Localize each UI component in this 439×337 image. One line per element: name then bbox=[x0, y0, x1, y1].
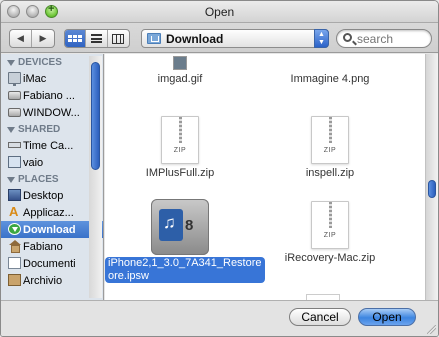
file-browser: imgad.gif Immagine 4.png ZIP IMPlusFull.… bbox=[105, 54, 425, 300]
cancel-button[interactable]: Cancel bbox=[289, 308, 351, 326]
file-item-immagine4[interactable]: Immagine 4.png bbox=[255, 73, 405, 85]
search-field[interactable] bbox=[336, 29, 432, 48]
archive-icon bbox=[8, 274, 21, 286]
sidebar-item-documents[interactable]: Documenti bbox=[1, 255, 103, 272]
column-view-button[interactable] bbox=[108, 30, 129, 47]
location-popup[interactable]: Download ▲ ▼ bbox=[141, 29, 329, 48]
file-item-implusfull[interactable]: ZIP IMPlusFull.zip bbox=[105, 116, 255, 179]
file-name: Immagine 4.png bbox=[290, 73, 370, 85]
icon-view-icon bbox=[68, 35, 83, 42]
sidebar-item-time-capsule[interactable]: Time Ca... bbox=[1, 137, 103, 154]
sidebar-item-desktop[interactable]: Desktop bbox=[1, 187, 103, 204]
sidebar-item-applications[interactable]: Applicaz... bbox=[1, 204, 103, 221]
sidebar-section-shared[interactable]: SHARED bbox=[1, 122, 103, 137]
download-folder-icon bbox=[147, 33, 161, 44]
sidebar-item-imac[interactable]: iMac bbox=[1, 70, 103, 87]
sidebar-item-fabiano-disk[interactable]: Fabiano ... bbox=[1, 87, 103, 104]
list-view-icon bbox=[91, 34, 103, 43]
documents-icon bbox=[8, 257, 21, 269]
back-forward-control: ◀ ▶ bbox=[9, 29, 55, 48]
window-title: Open bbox=[204, 5, 235, 19]
search-input[interactable] bbox=[357, 31, 427, 46]
disclosure-triangle-icon bbox=[7, 176, 15, 183]
content-scroll-thumb[interactable] bbox=[428, 180, 436, 198]
file-name: IMPlusFull.zip bbox=[145, 167, 215, 179]
sidebar-section-devices[interactable]: DEVICES bbox=[1, 55, 103, 70]
file-name: iRecovery-Mac.zip bbox=[284, 252, 376, 264]
file-name: imgad.gif bbox=[157, 73, 203, 85]
search-icon bbox=[343, 33, 352, 42]
back-button[interactable]: ◀ bbox=[10, 30, 32, 47]
zip-icon: ZIP bbox=[161, 116, 199, 164]
sidebar-scrollbar[interactable] bbox=[89, 56, 102, 298]
sidebar-item-vaio[interactable]: vaio bbox=[1, 154, 103, 171]
disk-icon bbox=[8, 108, 21, 117]
applications-icon bbox=[8, 204, 21, 219]
sidebar-item-download[interactable]: Download bbox=[1, 221, 103, 238]
dialog-footer: Cancel Open bbox=[1, 300, 438, 336]
sidebar-item-home[interactable]: Fabiano bbox=[1, 238, 103, 255]
file-item-inspell[interactable]: ZIP inspell.zip bbox=[255, 116, 405, 179]
file-item-imgad[interactable]: imgad.gif bbox=[105, 56, 255, 85]
zip-icon: ZIP bbox=[311, 201, 349, 249]
icon-view-button[interactable] bbox=[65, 30, 87, 47]
sidebar-item-windows-disk[interactable]: WINDOW... bbox=[1, 104, 103, 121]
imac-icon bbox=[8, 72, 21, 86]
disclosure-triangle-icon bbox=[7, 126, 15, 133]
forward-button[interactable]: ▶ bbox=[32, 30, 54, 47]
back-arrow-icon: ◀ bbox=[17, 33, 24, 43]
view-mode-control bbox=[64, 29, 130, 48]
gif-icon bbox=[173, 56, 187, 70]
disk-icon bbox=[8, 91, 21, 100]
content-scrollbar[interactable] bbox=[425, 54, 438, 300]
download-icon bbox=[8, 223, 21, 235]
file-name: inspell.zip bbox=[305, 167, 355, 179]
location-label: Download bbox=[166, 32, 224, 46]
disclosure-triangle-icon bbox=[7, 59, 15, 66]
file-item-iphone-restore[interactable]: 8 iPhone2,1_3.0_7A341_Restore ore.ipsw bbox=[105, 199, 265, 283]
sidebar-item-archive[interactable]: Archivio bbox=[1, 272, 103, 289]
desktop-icon bbox=[8, 189, 21, 201]
file-item-irecovery[interactable]: ZIP iRecovery-Mac.zip bbox=[255, 201, 405, 264]
column-view-icon bbox=[112, 33, 125, 44]
zip-icon: ZIP bbox=[311, 116, 349, 164]
home-icon bbox=[8, 240, 21, 253]
sidebar-section-places[interactable]: PLACES bbox=[1, 172, 103, 187]
popup-chevron-icon: ▲ ▼ bbox=[314, 29, 329, 48]
open-button[interactable]: Open bbox=[358, 308, 416, 326]
network-disk-icon bbox=[8, 142, 21, 148]
selected-file-name: iPhone2,1_3.0_7A341_Restore ore.ipsw bbox=[105, 257, 265, 283]
itunes-restore-icon: 8 bbox=[151, 199, 209, 255]
music-note-icon bbox=[159, 209, 183, 241]
list-view-button[interactable] bbox=[86, 30, 108, 47]
open-dialog: Open ◀ ▶ Download ▲▼ DEVICES iMac Fabian… bbox=[0, 0, 439, 337]
computer-icon bbox=[8, 156, 21, 168]
title-bar: Open bbox=[1, 1, 438, 23]
resize-grip-icon[interactable] bbox=[427, 325, 436, 334]
sidebar-scroll-thumb[interactable] bbox=[91, 62, 100, 170]
toolbar: ◀ ▶ Download ▲ ▼ bbox=[1, 23, 438, 53]
forward-arrow-icon: ▶ bbox=[39, 33, 47, 43]
